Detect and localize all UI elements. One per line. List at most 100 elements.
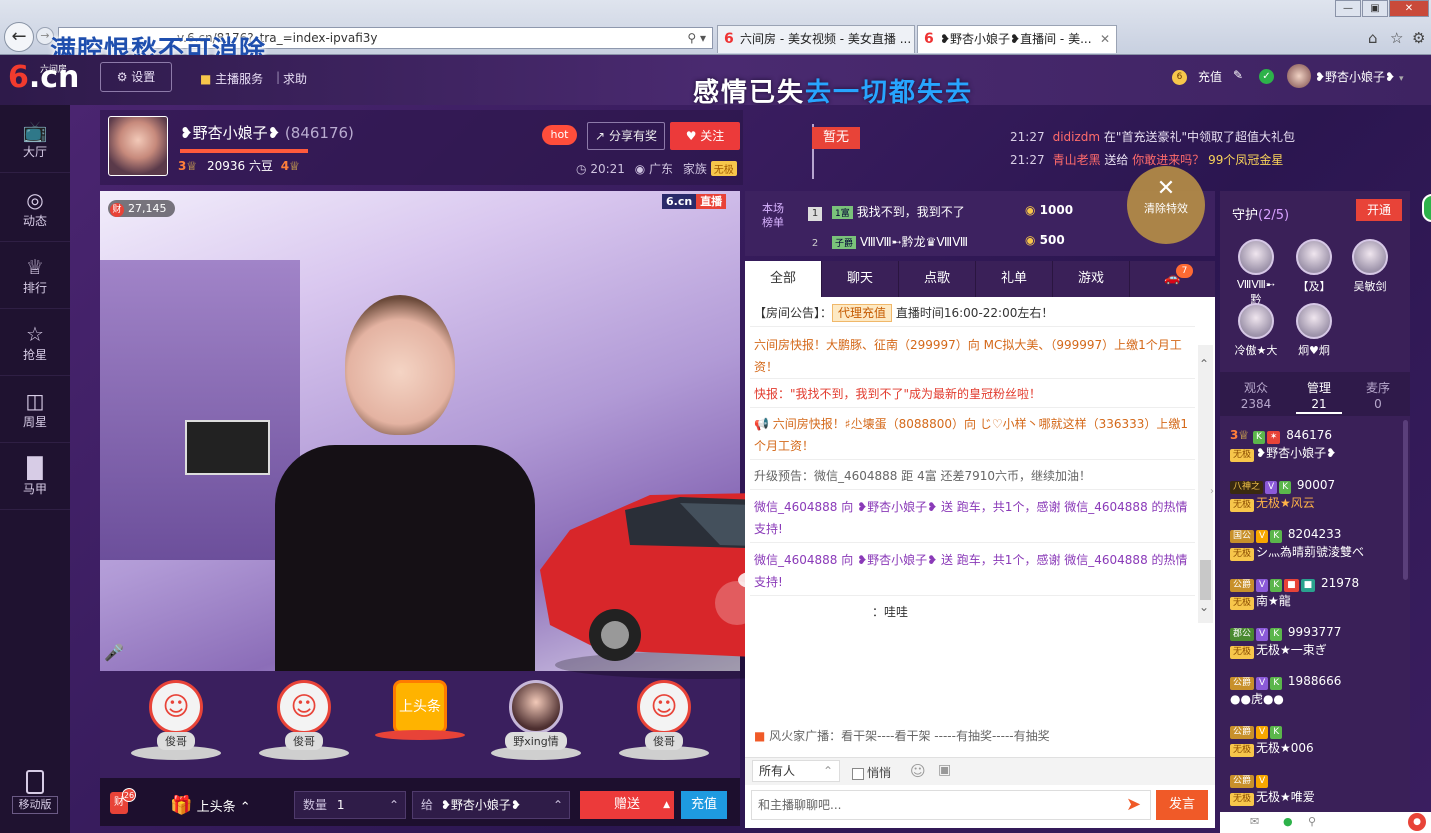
gift-item[interactable]: ☺ 俊哥 [128,680,224,760]
user-avatar[interactable] [1287,64,1311,88]
sidebar-item-hall[interactable]: 📺 大厅 [0,107,70,173]
collapse-arrow-icon[interactable]: › [1210,482,1220,502]
user-name: 无极★唯爱 [1256,790,1315,804]
mail-icon[interactable]: ✉ [1250,815,1259,828]
site-logo[interactable]: 6.cn 六间房 [8,60,79,95]
user-row[interactable]: 公爵 V K 1988666 ●●虎●● [1230,672,1408,708]
notice-target[interactable]: 你敢进来吗？ [1132,153,1204,167]
tab-car[interactable]: 🚗 [1130,261,1215,297]
scroll-down-icon[interactable]: ⌄ [1199,600,1209,614]
guard-member[interactable]: ⅧⅧ➸黔 [1233,239,1279,307]
follow-button[interactable]: ♥ 关注 [670,122,740,150]
user-list-scrollbar[interactable] [1403,420,1408,580]
browser-tab-room[interactable]: 6 ❥野杏小娘子❥直播间 - 美... ✕ [917,25,1117,53]
audience-select[interactable]: 所有人 ⌃ [752,760,840,782]
user-badge: 无极 [1230,744,1255,757]
user-row[interactable]: 公爵 V K ■ ■ 21978 无极 南★龍 [1230,574,1408,610]
tab-mic-queue[interactable]: 麦序 0 [1348,380,1408,412]
tab-song[interactable]: 点歌 [899,261,976,297]
home-icon[interactable]: ⌂ [1368,29,1378,47]
gift-item[interactable]: ☺ 俊哥 [256,680,352,760]
scroll-up-icon[interactable]: ⌃ [1199,357,1209,371]
notice-user[interactable]: 青山老黑 [1053,153,1101,167]
guard-member[interactable]: 【及】 [1291,239,1337,294]
quantity-field[interactable]: 数量 1 ⌃ [294,791,406,819]
message-icon[interactable]: ● [1408,813,1426,831]
maximize-button[interactable]: ▣ [1362,0,1388,17]
sidebar-item-week-star[interactable]: ◫ 周星 [0,377,70,443]
favorites-star-icon[interactable]: ☆ [1390,29,1403,47]
user-row[interactable]: 郡公 V K 9993777 无极 无极★一束ぎ [1230,623,1408,659]
song-lyrics-banner: 感情已失去一切都失去 [693,72,973,109]
emoji-icon[interactable]: ☺ [910,762,926,780]
close-window-button[interactable]: ✕ [1389,0,1429,17]
chat-scroll-thumb[interactable] [1200,560,1211,600]
send-message-button[interactable]: 发言 [1156,790,1208,820]
zoom-icon[interactable]: ⚲ [1308,815,1316,828]
sidebar-item-rank[interactable]: ♕ 排行 [0,243,70,309]
user-row[interactable]: 公爵 V 无极 无极★唯爱 [1230,770,1408,806]
side-toggle-button[interactable] [1422,194,1431,222]
host-service-link[interactable]: ■ 主播服务 [200,70,263,87]
chat-input[interactable]: 和主播聊聊吧... [751,790,1151,820]
recharge-link[interactable]: 充值 [1198,68,1222,85]
activity-flag[interactable]: 暂无 [812,127,860,149]
tab-all[interactable]: 全部 [745,261,822,297]
help-link[interactable]: 求助 [283,70,307,87]
family-badge[interactable]: 无极 [710,161,737,176]
browser-tab-home[interactable]: 6 六间房 - 美女视频 - 美女直播 ... [717,25,915,53]
rank-row[interactable]: 1 1富 我找不到，我到不了 [808,203,965,221]
share-button[interactable]: ↗ 分享有奖 [587,122,665,150]
guard-member[interactable]: 吴敏剑 [1347,239,1393,294]
user-row[interactable]: 公爵 V K 无极 无极★006 [1230,721,1408,757]
mobile-version-button[interactable]: 移动版 [12,796,58,814]
recipient-field[interactable]: 给 ❥野杏小娘子❥ ⌃ [412,791,570,819]
guard-member[interactable]: 炯♥炯 [1291,303,1337,358]
rank-label[interactable]: 本场 榜单 [755,202,791,230]
recharge-button[interactable]: 充值 [681,791,727,819]
send-gift-button[interactable]: 赠送 ▲ [580,791,674,819]
megaphone-icon: 📢 [754,417,769,431]
guard-member[interactable]: 冷傲★大 [1233,303,1279,358]
back-button[interactable]: ← [4,22,34,52]
v-badge-icon: V [1256,726,1269,739]
whisper-checkbox[interactable]: 悄悄 [852,764,891,781]
user-name: 南★龍 [1256,594,1291,608]
image-icon[interactable]: ▣ [938,762,951,778]
sidebar-item-grab-star[interactable]: ☆ 抢星 [0,310,70,376]
tab-admin[interactable]: 管理 21 [1296,380,1342,414]
close-tab-icon[interactable]: ✕ [1100,26,1110,52]
settings-button[interactable]: ⚙ 设置 [100,62,172,92]
rank-number: 1 [808,207,822,221]
gift-item[interactable]: 野xing情 [488,680,584,760]
guard-count: (2/5) [1258,208,1290,223]
tab-chat[interactable]: 聊天 [822,261,899,297]
agent-recharge-tag[interactable]: 代理充值 [832,304,893,322]
edit-icon[interactable]: ✎ [1233,68,1243,82]
user-row[interactable]: 3♕ K ✶ 846176 无极 ❥野杏小娘子❥ [1230,426,1408,462]
clear-effects-button[interactable]: ✕ 清除特效 [1127,166,1205,244]
notice-text: 在"首充送豪礼"中领取了超值大礼包 [1100,130,1295,144]
tab-game[interactable]: 游戏 [1053,261,1130,297]
sidebar-item-vest[interactable]: █ 马甲 [0,444,70,510]
minimize-button[interactable]: — [1335,0,1361,17]
v-badge-icon: V [1256,775,1269,788]
headline-gift[interactable]: 上头条 [372,680,468,740]
headline-selector[interactable]: 🎁 上头条 ⌃ [170,795,251,816]
gear-icon[interactable]: ⚙ [1412,29,1425,47]
gift-item[interactable]: ☺ 俊哥 [616,680,712,760]
tab-gift-list[interactable]: 礼单 [976,261,1053,297]
user-row[interactable]: 八神之 V K 90007 无极 无极★风云 [1230,476,1408,512]
paper-plane-icon[interactable]: ➤ [1126,794,1141,815]
check-circle-icon[interactable]: ● [1283,815,1293,828]
microphone-icon[interactable]: 🎤 [104,643,124,662]
username-menu[interactable]: ❥野杏小娘子❥ ▾ [1315,68,1403,85]
user-row[interactable]: 国公 V K 8204233 无极 シ灬為晴莂號淩雙べ [1230,525,1408,561]
tab-audience[interactable]: 观众 2384 [1226,380,1286,412]
host-avatar[interactable] [108,116,168,176]
search-icon[interactable]: ⚲ ▾ [687,28,706,48]
sidebar-item-dynamics[interactable]: ◎ 动态 [0,176,70,242]
rank-row[interactable]: 2 子爵 ⅧⅧ➸黔龙♛ⅧⅧ [808,233,968,251]
open-guard-button[interactable]: 开通 [1356,199,1402,221]
notice-user[interactable]: didizdm [1053,130,1101,144]
